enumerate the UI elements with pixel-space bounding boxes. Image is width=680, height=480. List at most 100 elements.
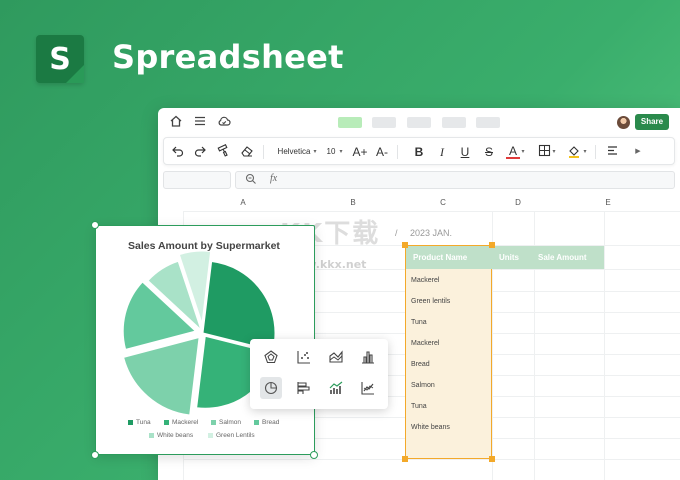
font-size-select[interactable]: 10 <box>324 144 338 160</box>
column-header-c[interactable]: C <box>408 195 478 211</box>
date-label: 2023 JAN. <box>410 228 453 238</box>
product-cell[interactable]: Tuna <box>405 396 427 417</box>
selection-handle[interactable] <box>489 456 495 462</box>
selection-handle[interactable] <box>489 242 495 248</box>
fx-label: fx <box>270 173 278 184</box>
legend-item: Mackerel <box>164 419 198 426</box>
product-cell[interactable]: White beans <box>405 417 450 438</box>
chevron-down-icon[interactable]: ▾ <box>551 144 557 160</box>
text-color-icon[interactable]: A <box>506 144 520 159</box>
app-logo: S <box>36 35 84 83</box>
legend-item: Tuna <box>128 419 151 426</box>
italic-icon[interactable]: I <box>435 144 449 160</box>
legend-item: Bread <box>254 419 279 426</box>
font-family-select[interactable]: Helvetica <box>274 144 314 160</box>
column-chart-icon[interactable] <box>357 346 379 368</box>
app-logo-letter: S <box>49 41 71 77</box>
cloud-sync-icon[interactable] <box>216 114 232 130</box>
chevron-down-icon[interactable]: ▾ <box>520 144 526 160</box>
chevron-down-icon[interactable]: ▾ <box>582 144 588 160</box>
more-icon[interactable]: ▶ <box>634 144 642 160</box>
legend-swatch <box>164 419 169 425</box>
borders-icon[interactable] <box>536 144 552 160</box>
product-cell[interactable]: Tuna <box>405 312 427 333</box>
product-cell[interactable]: Mackerel <box>405 333 439 354</box>
legend-swatch <box>254 419 259 425</box>
formula-bar: fx <box>158 169 680 191</box>
avatar[interactable] <box>617 116 630 129</box>
product-cell[interactable]: Mackerel <box>405 270 439 291</box>
header-product-name[interactable]: Product Name <box>406 246 492 269</box>
legend-swatch <box>211 419 216 425</box>
bar-chart-icon[interactable] <box>293 377 315 399</box>
doc-tab[interactable] <box>407 117 431 128</box>
resize-handle[interactable] <box>310 451 318 459</box>
chevron-down-icon[interactable]: ▾ <box>338 144 344 160</box>
doc-tab[interactable] <box>442 117 466 128</box>
date-prefix: / <box>395 228 398 238</box>
menu-icon[interactable] <box>192 114 208 130</box>
bold-icon[interactable]: B <box>412 144 426 160</box>
legend-label: Salmon <box>219 419 242 426</box>
fill-color-icon[interactable] <box>566 144 582 160</box>
divider <box>263 145 264 159</box>
column-header-a[interactable]: A <box>183 195 303 211</box>
product-cell[interactable]: Bread <box>405 354 430 375</box>
zoom-icon[interactable] <box>245 173 257 188</box>
doc-tab[interactable] <box>476 117 500 128</box>
home-icon[interactable] <box>168 114 184 130</box>
undo-icon[interactable] <box>170 144 186 160</box>
formatting-toolbar: Helvetica ▾ 10 ▾ A+ A- B I U S A ▾ ▾ ▾ ▶ <box>163 137 675 165</box>
format-painter-icon[interactable] <box>216 144 232 160</box>
column-header-d[interactable]: D <box>493 195 543 211</box>
name-box[interactable] <box>163 171 231 189</box>
area-chart-icon[interactable] <box>325 346 347 368</box>
legend-item: Salmon <box>211 419 241 426</box>
legend-swatch <box>149 432 154 438</box>
product-cell[interactable]: Green lentils <box>405 291 450 312</box>
column-header-b[interactable]: B <box>298 195 408 211</box>
grid-line <box>183 459 680 460</box>
chart-type-menu <box>250 339 388 409</box>
resize-handle[interactable] <box>91 451 99 459</box>
legend-item: White beans <box>149 432 193 439</box>
date-cell[interactable]: / 2023 JAN. <box>395 228 452 238</box>
legend-label: Tuna <box>136 419 151 426</box>
underline-icon[interactable]: U <box>458 144 472 160</box>
pie-slice-salmon[interactable] <box>123 336 200 416</box>
doc-tab-active[interactable] <box>338 117 362 128</box>
legend-label: Green Lentils <box>216 432 255 439</box>
legend-swatch <box>128 419 133 425</box>
align-icon[interactable] <box>604 144 620 160</box>
product-cell[interactable]: Salmon <box>405 375 435 396</box>
resize-handle[interactable] <box>91 221 99 229</box>
formula-input[interactable] <box>235 171 675 189</box>
strikethrough-icon[interactable]: S <box>482 144 496 160</box>
decrease-font-icon[interactable]: A- <box>374 144 390 160</box>
share-button[interactable]: Share <box>635 114 669 130</box>
scatter-chart-icon[interactable] <box>293 346 315 368</box>
increase-font-icon[interactable]: A+ <box>352 144 368 160</box>
radar-chart-icon[interactable] <box>260 346 282 368</box>
legend-item: Green Lentils <box>208 432 255 439</box>
header-units[interactable]: Units <box>492 246 531 269</box>
pie-chart-icon[interactable] <box>260 377 282 399</box>
chevron-down-icon[interactable]: ▾ <box>312 144 318 160</box>
eraser-icon[interactable] <box>239 144 255 160</box>
line-chart-icon[interactable] <box>357 377 379 399</box>
selection-handle[interactable] <box>402 456 408 462</box>
column-header-e[interactable]: E <box>563 195 653 211</box>
redo-icon[interactable] <box>192 144 208 160</box>
grid-line <box>604 211 605 480</box>
divider <box>397 145 398 159</box>
selection-handle[interactable] <box>402 242 408 248</box>
legend-label: Mackerel <box>172 419 199 426</box>
pie-slice-tuna[interactable] <box>202 260 276 352</box>
app-title: Spreadsheet <box>112 38 344 76</box>
combo-chart-icon[interactable] <box>325 377 347 399</box>
doc-tab[interactable] <box>372 117 396 128</box>
legend-swatch <box>208 432 213 438</box>
title-bar: Share <box>158 108 680 136</box>
legend-label: White beans <box>157 432 194 439</box>
header-sale-amount[interactable]: Sale Amount <box>531 246 604 269</box>
